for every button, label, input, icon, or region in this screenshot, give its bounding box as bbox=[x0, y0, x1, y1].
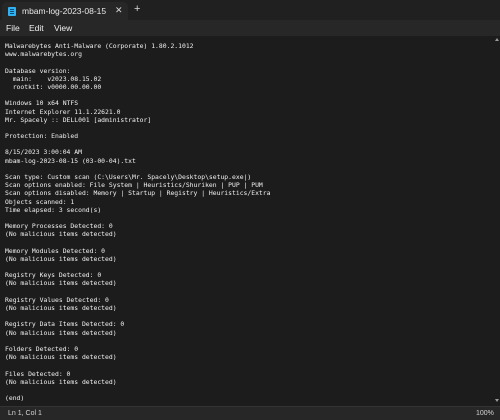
text-line: Scan type: Custom scan (C:\Users\Mr. Spa… bbox=[5, 173, 252, 181]
status-bar: Ln 1, Col 1 100% bbox=[0, 406, 500, 420]
text-line: (No malicious items detected) bbox=[5, 230, 117, 239]
text-line: Files Detected: 0 bbox=[5, 369, 71, 378]
text-line bbox=[5, 263, 270, 271]
text-line: Mr. Spacely :: DELL001 [administrator] bbox=[5, 115, 152, 124]
text-line: (end) bbox=[5, 394, 25, 403]
text-line bbox=[5, 361, 270, 369]
text-line bbox=[5, 58, 270, 66]
tab-title: mbam-log-2023-08-15 (03-00- bbox=[22, 6, 106, 16]
chevron-down-icon[interactable] bbox=[495, 399, 499, 402]
text-line bbox=[5, 124, 270, 132]
menu-edit[interactable]: Edit bbox=[29, 23, 44, 33]
menu-file[interactable]: File bbox=[6, 23, 20, 33]
menu-bar: File Edit View bbox=[0, 20, 500, 36]
text-line bbox=[5, 312, 270, 320]
text-line: Folders Detected: 0 bbox=[5, 344, 79, 353]
text-line bbox=[5, 91, 270, 99]
text-editor[interactable]: Malwarebytes Anti-Malware (Corporate) 1.… bbox=[0, 36, 500, 406]
title-bar: mbam-log-2023-08-15 (03-00- ✕ + bbox=[0, 0, 500, 20]
document-text[interactable]: Malwarebytes Anti-Malware (Corporate) 1.… bbox=[5, 42, 270, 402]
text-line: Scan options enabled: File System | Heur… bbox=[5, 181, 263, 190]
text-line: (No malicious items detected) bbox=[5, 254, 117, 263]
text-line: Database version: bbox=[5, 66, 71, 75]
text-line bbox=[5, 386, 270, 394]
text-line: Protection: Enabled bbox=[5, 132, 79, 141]
plus-icon[interactable]: + bbox=[134, 3, 140, 15]
notepad-icon bbox=[8, 7, 16, 16]
text-line: www.malwarebytes.org bbox=[5, 50, 82, 59]
text-line bbox=[5, 140, 270, 148]
text-line bbox=[5, 165, 270, 173]
text-line: Malwarebytes Anti-Malware (Corporate) 1.… bbox=[5, 42, 194, 50]
text-line: main: v2023.08.15.02 bbox=[5, 74, 102, 83]
text-line: Registry Keys Detected: 0 bbox=[5, 271, 102, 280]
vertical-scrollbar[interactable] bbox=[494, 36, 500, 406]
text-line: Internet Explorer 11.1.22621.0 bbox=[5, 107, 121, 116]
text-line: mbam-log-2023-08-15 (03-00-04).txt bbox=[5, 156, 136, 165]
text-line: Windows 10 x64 NTFS bbox=[5, 99, 79, 108]
text-line bbox=[5, 337, 270, 345]
text-line: rootkit: v0000.00.00.00 bbox=[5, 82, 102, 91]
text-line: (No malicious items detected) bbox=[5, 353, 117, 362]
cursor-position: Ln 1, Col 1 bbox=[8, 410, 42, 417]
text-line: Memory Processes Detected: 0 bbox=[5, 222, 113, 231]
close-icon[interactable]: ✕ bbox=[115, 5, 123, 16]
text-line: Time elapsed: 3 second(s) bbox=[5, 205, 102, 214]
text-line: 8/15/2023 3:00:04 AM bbox=[5, 148, 82, 157]
text-line: Scan options disabled: Memory | Startup … bbox=[5, 189, 271, 198]
text-line: (No malicious items detected) bbox=[5, 279, 117, 288]
text-line bbox=[5, 214, 270, 222]
notepad-window: mbam-log-2023-08-15 (03-00- ✕ + File Edi… bbox=[0, 0, 500, 420]
zoom-level[interactable]: 100% bbox=[476, 409, 494, 418]
text-line: (No malicious items detected) bbox=[5, 377, 117, 386]
text-line: (No malicious items detected) bbox=[5, 304, 117, 312]
text-line: Objects scanned: 1 bbox=[5, 197, 75, 206]
text-line bbox=[5, 288, 270, 296]
chevron-up-icon[interactable] bbox=[495, 38, 499, 41]
text-line: Registry Values Detected: 0 bbox=[5, 295, 109, 304]
text-line bbox=[5, 239, 270, 247]
menu-view[interactable]: View bbox=[54, 23, 72, 33]
text-line: Registry Data Items Detected: 0 bbox=[5, 320, 125, 329]
text-line: Memory Modules Detected: 0 bbox=[5, 246, 106, 255]
text-line: (No malicious items detected) bbox=[5, 328, 117, 337]
document-tab[interactable]: mbam-log-2023-08-15 (03-00- ✕ bbox=[2, 2, 128, 20]
